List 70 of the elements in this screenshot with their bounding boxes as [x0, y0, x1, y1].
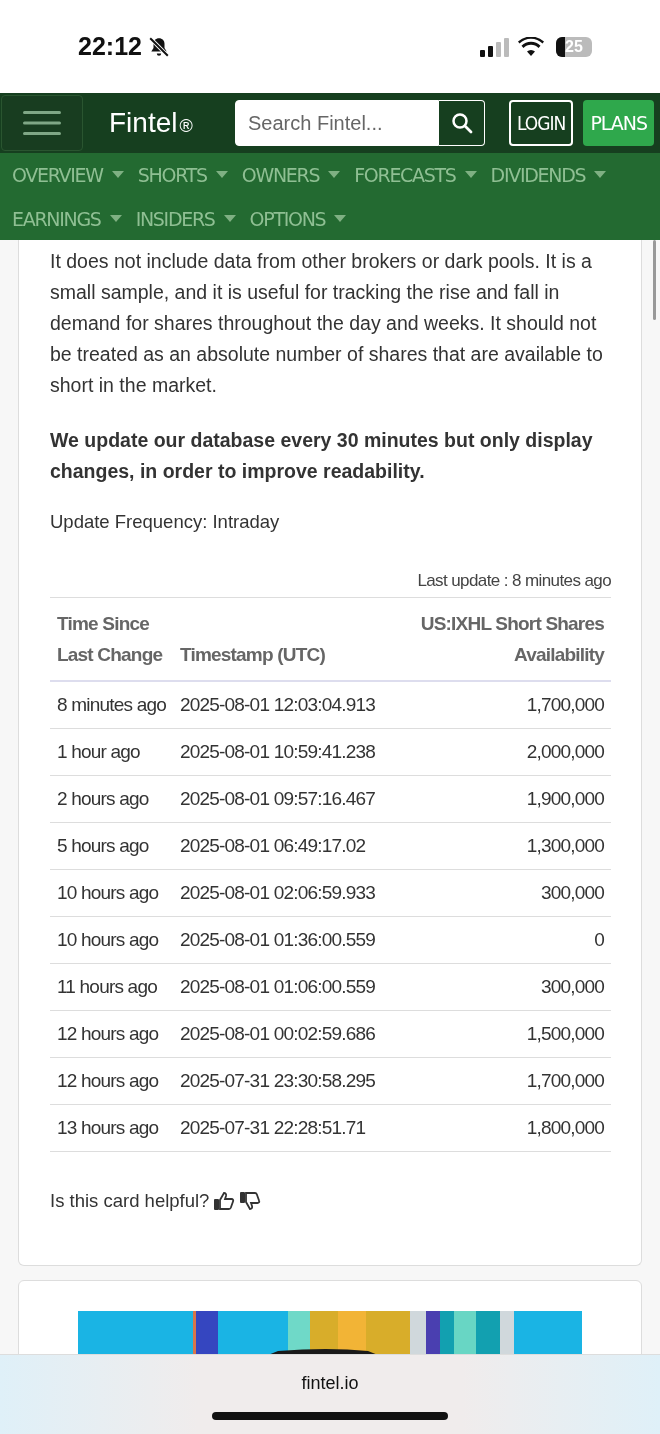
table-cell: 0: [382, 916, 611, 964]
table-cell: 2,000,000: [382, 728, 611, 776]
search-button[interactable]: [439, 100, 485, 146]
column-header: Timestamp (UTC): [172, 597, 382, 681]
caret-icon: [464, 171, 477, 178]
table-cell: 2025-08-01 12:03:04.913: [172, 681, 382, 729]
nav-menu[interactable]: SHORTS: [137, 159, 228, 190]
table-cell: 1,700,000: [382, 681, 611, 729]
caret-icon: [328, 171, 341, 178]
signal-icon: [480, 36, 512, 57]
table-cell: 2025-08-01 01:06:00.559: [172, 963, 382, 1011]
plans-button[interactable]: PLANS: [583, 100, 655, 146]
search-field[interactable]: Search Fintel...: [235, 100, 439, 146]
status-time: 22:12: [78, 32, 142, 61]
caret-icon: [215, 171, 228, 178]
nav-menu[interactable]: OVERVIEW: [12, 159, 124, 190]
battery-icon: 25: [556, 36, 592, 57]
nav-menu[interactable]: DIVIDENDS: [490, 159, 607, 190]
feedback-question: Is this card helpful?: [50, 1190, 210, 1212]
menu-button[interactable]: [1, 95, 83, 151]
table-cell: 13 hours ago: [50, 1104, 173, 1152]
last-update-text: Last update : 8 minutes ago: [417, 571, 611, 590]
table-cell: 2025-08-01 10:59:41.238: [172, 728, 382, 776]
table-cell: 12 hours ago: [50, 1010, 173, 1058]
site-logo[interactable]: Fintel®: [109, 107, 209, 139]
table-cell: 300,000: [382, 963, 611, 1011]
caret-icon: [223, 215, 236, 222]
nav-menu[interactable]: FORECASTS: [354, 159, 477, 190]
nav-menu[interactable]: OPTIONS: [249, 203, 347, 234]
table-cell: 2025-08-01 06:49:17.02: [172, 822, 382, 870]
thumbs-down-icon[interactable]: [239, 1191, 262, 1211]
caret-icon: [594, 171, 607, 178]
nav-menu[interactable]: INSIDERS: [135, 203, 236, 234]
table-cell: 2025-08-01 00:02:59.686: [172, 1010, 382, 1058]
nav-menu[interactable]: OWNERS: [241, 159, 341, 190]
column-header: US:IXHL Short Shares Availability: [382, 597, 611, 681]
table-cell: 10 hours ago: [50, 916, 173, 964]
table-cell: 2025-08-01 09:57:16.467: [172, 775, 382, 823]
notice-text: We update our database every 30 minutes but only display changes, in order to improve readability.: [50, 428, 594, 484]
caret-icon: [111, 171, 124, 178]
url-text[interactable]: fintel.io: [301, 1373, 359, 1394]
table-cell: 1,800,000: [382, 1104, 611, 1152]
table-cell: 1 hour ago: [50, 728, 173, 776]
table-cell: 300,000: [382, 869, 611, 917]
description-paragraph: It does not include data from other brokers or dark pools. It is a small sample, and it is useful for tracking the rise and fall in demand for shares throughout the day and weeks. It should not be treated as an absolute number of shares that are available to short in the market.: [50, 249, 604, 398]
bell-muted-icon: [147, 35, 170, 58]
table-cell: 1,900,000: [382, 775, 611, 823]
table-cell: 2025-08-01 01:36:00.559: [172, 916, 382, 964]
table-cell: 5 hours ago: [50, 822, 173, 870]
column-header: Time Since Last Change: [50, 597, 173, 681]
caret-icon: [334, 215, 347, 222]
update-frequency: Update Frequency: Intraday: [50, 511, 281, 533]
table-cell: 1,500,000: [382, 1010, 611, 1058]
table-cell: 1,300,000: [382, 822, 611, 870]
thumbs-up-icon[interactable]: [213, 1191, 236, 1211]
menu-icon: [23, 109, 61, 137]
table-cell: 10 hours ago: [50, 869, 173, 917]
caret-icon: [109, 215, 122, 222]
table-cell: 8 minutes ago: [50, 681, 173, 729]
table-cell: 1,700,000: [382, 1057, 611, 1105]
wifi-icon: [518, 36, 544, 57]
table-cell: 12 hours ago: [50, 1057, 173, 1105]
nav-menu[interactable]: EARNINGS: [12, 203, 122, 234]
table-cell: 11 hours ago: [50, 963, 173, 1011]
table-cell: 2 hours ago: [50, 775, 173, 823]
search-icon: [450, 112, 473, 134]
table-cell: 2025-08-01 02:06:59.933: [172, 869, 382, 917]
table-cell: 2025-07-31 23:30:58.295: [172, 1057, 382, 1105]
table-cell: 2025-07-31 22:28:51.71: [172, 1104, 382, 1152]
login-button[interactable]: LOGIN: [509, 100, 574, 146]
